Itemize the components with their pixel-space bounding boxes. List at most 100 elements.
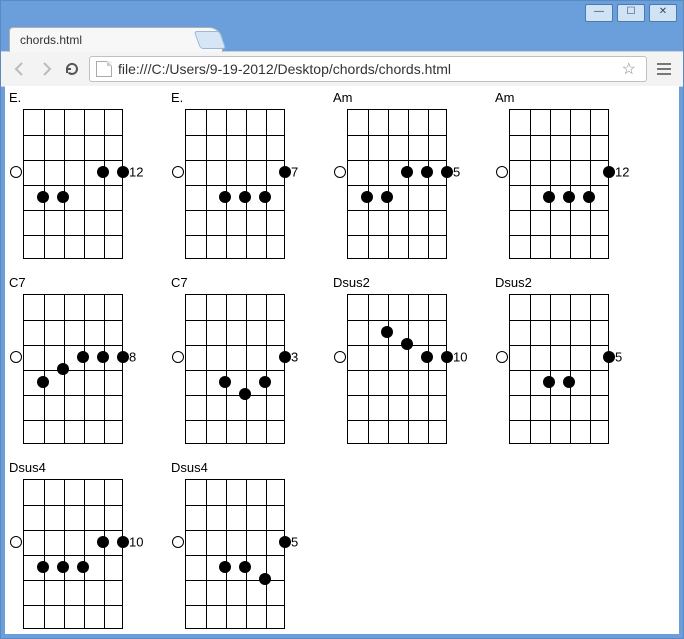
finger-dot <box>97 351 109 363</box>
open-string-marker <box>496 351 508 363</box>
finger-dot <box>239 561 251 573</box>
window-close-button[interactable]: ✕ <box>649 4 677 22</box>
fretboard: 7 <box>171 109 305 261</box>
fretboard: 8 <box>9 294 143 446</box>
open-string-marker <box>172 351 184 363</box>
finger-dot <box>239 191 251 203</box>
bookmark-star-icon[interactable]: ☆ <box>618 59 640 79</box>
chord-name: E. <box>171 90 305 106</box>
chord-diagram: E. 12 <box>9 90 143 261</box>
chord-diagram: Am 5 <box>333 90 467 261</box>
finger-dot <box>219 376 231 388</box>
forward-button[interactable] <box>33 56 59 82</box>
finger-dot <box>279 166 291 178</box>
fret-number-label: 5 <box>453 164 460 179</box>
reload-icon <box>64 61 80 77</box>
finger-dot <box>219 191 231 203</box>
open-string-marker <box>334 166 346 178</box>
finger-dot <box>219 561 231 573</box>
chord-grid: E.12E.7Am5Am12C78C73Dsus210Dsus25Dsus410… <box>9 90 675 631</box>
finger-dot <box>77 351 89 363</box>
fret-number-label: 5 <box>291 534 298 549</box>
window-titlebar[interactable]: — ☐ ✕ <box>1 1 683 25</box>
finger-dot <box>421 351 433 363</box>
finger-dot <box>117 536 129 548</box>
finger-dot <box>279 536 291 548</box>
finger-dot <box>97 536 109 548</box>
address-bar[interactable]: file:///C:/Users/9-19-2012/Desktop/chord… <box>89 56 647 82</box>
finger-dot <box>117 351 129 363</box>
finger-dot <box>117 166 129 178</box>
finger-dot <box>259 376 271 388</box>
chord-name: E. <box>9 90 143 106</box>
finger-dot <box>603 351 615 363</box>
window-maximize-button[interactable]: ☐ <box>617 4 645 22</box>
fretboard: 5 <box>333 109 467 261</box>
fret-number-label: 5 <box>615 349 622 364</box>
finger-dot <box>441 166 453 178</box>
finger-dot <box>543 376 555 388</box>
chord-name: Dsus4 <box>171 460 305 476</box>
fretboard: 10 <box>333 294 467 446</box>
reload-button[interactable] <box>59 56 85 82</box>
open-string-marker <box>10 351 22 363</box>
chord-diagram: Dsus2 5 <box>495 275 629 446</box>
finger-dot <box>57 191 69 203</box>
open-string-marker <box>10 166 22 178</box>
chord-diagram: Dsus2 10 <box>333 275 467 446</box>
menu-button[interactable] <box>651 56 677 82</box>
finger-dot <box>279 351 291 363</box>
finger-dot <box>361 191 373 203</box>
fret-number-label: 10 <box>129 534 143 549</box>
chord-name: Dsus2 <box>333 275 467 291</box>
finger-dot <box>37 561 49 573</box>
browser-window: — ☐ ✕ chords.html × file:///C:/Users/9-1… <box>0 0 684 639</box>
chord-name: C7 <box>171 275 305 291</box>
open-string-marker <box>496 166 508 178</box>
open-string-marker <box>334 351 346 363</box>
finger-dot <box>421 166 433 178</box>
tab-chords[interactable]: chords.html × <box>9 27 223 52</box>
toolbar: file:///C:/Users/9-19-2012/Desktop/chord… <box>1 51 683 87</box>
fretboard: 3 <box>171 294 305 446</box>
file-icon <box>96 61 112 77</box>
back-arrow-icon <box>12 61 28 77</box>
fretboard: 5 <box>171 479 305 631</box>
finger-dot <box>603 166 615 178</box>
fretboard: 12 <box>9 109 143 261</box>
fret-number-label: 7 <box>291 164 298 179</box>
fret-number-label: 12 <box>129 164 143 179</box>
url-text: file:///C:/Users/9-19-2012/Desktop/chord… <box>118 61 618 77</box>
finger-dot <box>563 376 575 388</box>
fret-number-label: 12 <box>615 164 629 179</box>
finger-dot <box>259 191 271 203</box>
forward-arrow-icon <box>38 61 54 77</box>
fretboard: 5 <box>495 294 629 446</box>
finger-dot <box>57 363 69 375</box>
open-string-marker <box>10 536 22 548</box>
chord-name: Dsus2 <box>495 275 629 291</box>
finger-dot <box>381 326 393 338</box>
finger-dot <box>401 166 413 178</box>
open-string-marker <box>172 166 184 178</box>
chord-name: Dsus4 <box>9 460 143 476</box>
fret-number-label: 10 <box>453 349 467 364</box>
window-minimize-button[interactable]: — <box>585 4 613 22</box>
chord-diagram: E. 7 <box>171 90 305 261</box>
finger-dot <box>563 191 575 203</box>
chord-name: Am <box>333 90 467 106</box>
finger-dot <box>583 191 595 203</box>
finger-dot <box>97 166 109 178</box>
finger-dot <box>441 351 453 363</box>
menu-icon <box>657 63 671 75</box>
back-button[interactable] <box>7 56 33 82</box>
finger-dot <box>543 191 555 203</box>
open-string-marker <box>172 536 184 548</box>
chord-diagram: Dsus4 10 <box>9 460 143 631</box>
chord-diagram: Am12 <box>495 90 629 261</box>
fretboard: 12 <box>495 109 629 261</box>
finger-dot <box>37 191 49 203</box>
finger-dot <box>57 561 69 573</box>
finger-dot <box>37 376 49 388</box>
page-content: E.12E.7Am5Am12C78C73Dsus210Dsus25Dsus410… <box>5 86 679 634</box>
